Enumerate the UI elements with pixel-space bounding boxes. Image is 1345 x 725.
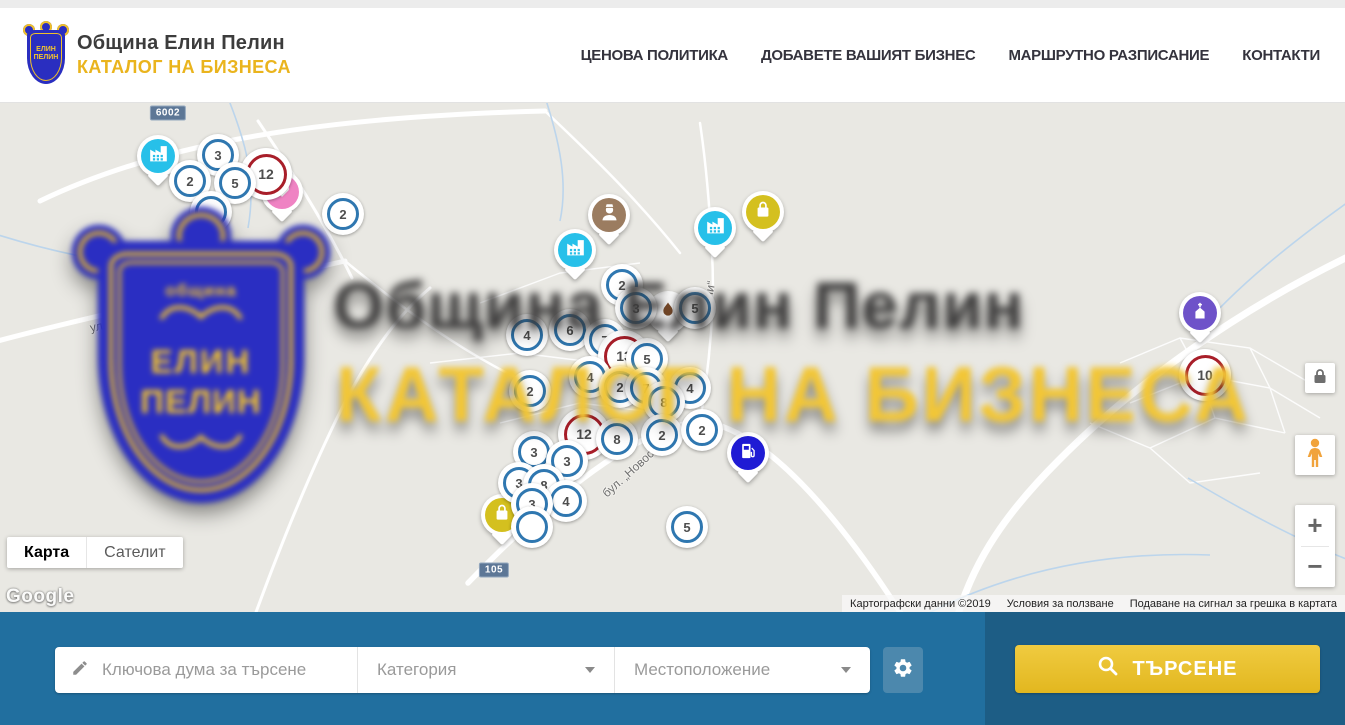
map-cluster-marker[interactable]: 5 xyxy=(666,506,708,548)
cluster-count xyxy=(195,196,227,228)
lock-button[interactable] xyxy=(1305,363,1335,393)
nav-item[interactable]: ЦЕНОВА ПОЛИТИКА xyxy=(581,47,728,64)
map-type-map-button[interactable]: Карта xyxy=(7,537,87,568)
keyword-input[interactable] xyxy=(102,660,341,680)
category-select-label: Категория xyxy=(377,660,456,680)
filter-bar: Категория Местоположение xyxy=(55,647,870,693)
cluster-count: 5 xyxy=(679,292,711,324)
keyword-field[interactable] xyxy=(55,647,358,693)
bag-icon xyxy=(753,200,773,225)
map-cluster-marker[interactable]: 5 xyxy=(674,287,716,329)
map-cluster-marker[interactable]: 2 xyxy=(509,370,551,412)
map-pin-fuel[interactable] xyxy=(727,432,769,474)
zoom-in-button[interactable]: + xyxy=(1295,505,1335,546)
site-logo[interactable]: ЕЛИНПЕЛИН Община Елин Пелин КАТАЛОГ НА Б… xyxy=(24,24,291,86)
map-pin-bag[interactable] xyxy=(742,191,784,233)
map-type-switcher: Карта Сателит xyxy=(7,537,183,568)
cluster-count: 4 xyxy=(550,485,582,517)
gear-icon xyxy=(892,657,914,684)
factory-icon xyxy=(565,237,586,263)
map-pin-church[interactable] xyxy=(1179,292,1221,334)
chevron-down-icon xyxy=(585,667,595,673)
church-icon xyxy=(1190,301,1210,326)
search-icon xyxy=(1097,655,1119,683)
cluster-count: 2 xyxy=(514,375,546,407)
map-type-satellite-button[interactable]: Сателит xyxy=(87,537,182,568)
cluster-count: 8 xyxy=(601,423,633,455)
page: ЕЛИНПЕЛИН Община Елин Пелин КАТАЛОГ НА Б… xyxy=(0,0,1345,725)
nav-item[interactable]: ДОБАВЕТЕ ВАШИЯТ БИЗНЕС xyxy=(761,47,975,64)
search-button-label: ТЪРСЕНЕ xyxy=(1132,658,1237,681)
map-cluster-marker[interactable]: 4 xyxy=(506,314,548,356)
bag-icon xyxy=(492,503,512,528)
cluster-count: 10 xyxy=(1185,355,1226,396)
cluster-count: 5 xyxy=(219,167,251,199)
map-cluster-marker[interactable]: 8 xyxy=(596,418,638,460)
map-cluster-marker[interactable]: 2 xyxy=(322,193,364,235)
zoom-out-button[interactable]: − xyxy=(1295,547,1335,588)
municipality-crest-icon: ЕЛИНПЕЛИН xyxy=(24,24,68,86)
road-number-badge: 6002 xyxy=(150,106,186,121)
pegman-icon xyxy=(1304,438,1326,473)
map-cluster-marker[interactable]: 10 xyxy=(1179,349,1231,401)
factory-icon xyxy=(705,215,726,241)
cluster-count: 4 xyxy=(511,319,543,351)
road-number-badge: 105 xyxy=(479,563,509,578)
map-cluster-marker[interactable]: 3 xyxy=(615,287,657,329)
cluster-count: 2 xyxy=(686,414,718,446)
main-nav: ЦЕНОВА ПОЛИТИКА ДОБАВЕТЕ ВАШИЯТ БИЗНЕС МАР… xyxy=(581,47,1345,64)
nav-item[interactable]: КОНТАКТИ xyxy=(1242,47,1320,64)
nav-item[interactable]: МАРШРУТНО РАЗПИСАНИЕ xyxy=(1008,47,1209,64)
map-cluster-marker[interactable] xyxy=(511,506,553,548)
site-title: Община Елин Пелин xyxy=(77,32,291,55)
location-select[interactable]: Местоположение xyxy=(615,647,870,693)
pegman-button[interactable] xyxy=(1295,435,1335,475)
zoom-control: + − xyxy=(1295,505,1335,587)
advanced-settings-button[interactable] xyxy=(883,647,923,693)
attribution-link[interactable]: Условия за ползване xyxy=(1007,598,1114,610)
worker-icon xyxy=(599,202,620,228)
search-button[interactable]: ТЪРСЕНЕ xyxy=(1015,645,1320,693)
factory-icon xyxy=(148,143,169,169)
map-attribution: Картографски данни ©2019 Условия за ползв… xyxy=(842,595,1345,612)
cluster-count xyxy=(516,511,548,543)
cluster-count: 2 xyxy=(646,419,678,451)
attribution-text: Картографски данни ©2019 xyxy=(850,598,991,610)
cluster-count: 2 xyxy=(327,198,359,230)
site-subtitle: КАТАЛОГ НА БИЗНЕСА xyxy=(77,57,291,78)
google-logo: Google xyxy=(6,586,74,608)
lock-icon xyxy=(1313,368,1327,389)
chevron-down-icon xyxy=(841,667,851,673)
map-cluster-marker[interactable]: 2 xyxy=(641,414,683,456)
top-strip xyxy=(0,0,1345,8)
brand-text: Община Елин Пелин КАТАЛОГ НА БИЗНЕСА xyxy=(77,32,291,78)
search-panel: Категория Местоположение ТЪРСЕНЕ xyxy=(0,612,1345,725)
map-canvas[interactable]: 6002105 ул. Преславбул. „Новоселции“ 123… xyxy=(0,103,1345,612)
map-cluster-marker[interactable] xyxy=(190,191,232,233)
cluster-count: 3 xyxy=(620,292,652,324)
map-pin-factory[interactable] xyxy=(554,229,596,271)
map-cluster-marker[interactable]: 2 xyxy=(681,409,723,451)
pencil-icon xyxy=(71,659,89,682)
fuel-icon xyxy=(738,441,758,466)
cluster-count: 6 xyxy=(554,314,586,346)
site-header: ЕЛИНПЕЛИН Община Елин Пелин КАТАЛОГ НА Б… xyxy=(0,8,1345,103)
attribution-link[interactable]: Подаване на сигнал за грешка в картата xyxy=(1130,598,1337,610)
cluster-count: 5 xyxy=(671,511,703,543)
location-select-label: Местоположение xyxy=(634,660,770,680)
map-pin-factory[interactable] xyxy=(694,207,736,249)
category-select[interactable]: Категория xyxy=(358,647,615,693)
